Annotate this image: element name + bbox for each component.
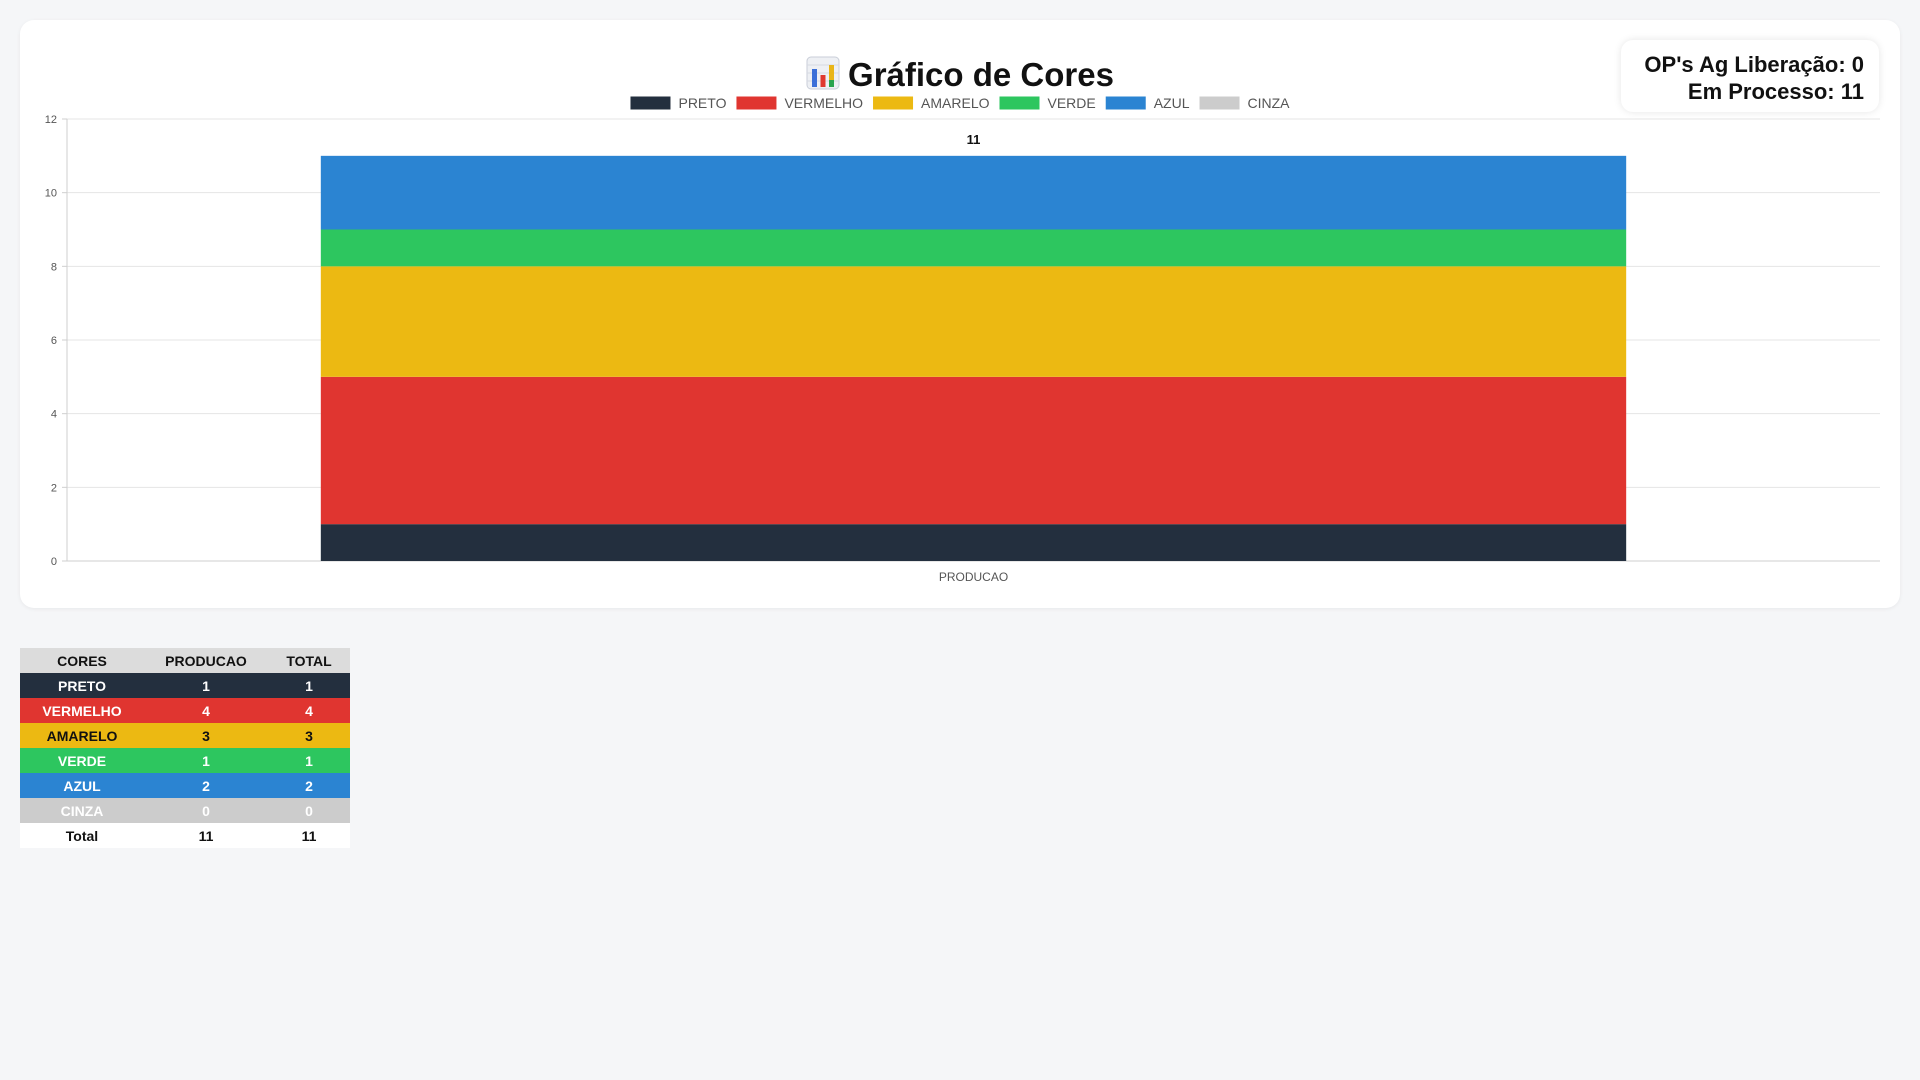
cell-producao: 4 xyxy=(202,702,210,719)
legend-label-preto: PRETO xyxy=(678,95,726,111)
legend-swatch-amarelo xyxy=(873,96,914,110)
table-row: PRETO 1 1 xyxy=(20,673,350,698)
bar-segment-azul xyxy=(320,155,1627,230)
table-total-row: Total 11 11 xyxy=(20,823,350,848)
page-title-text: Gráfico de Cores xyxy=(848,56,1114,93)
bar-segment-verde xyxy=(320,229,1627,267)
bar-segment-preto xyxy=(320,524,1627,561)
y-tick-label: 6 xyxy=(51,335,57,347)
y-tick-label: 10 xyxy=(45,188,57,200)
cell-total: 1 xyxy=(305,752,313,769)
cell-producao: 0 xyxy=(202,802,210,819)
status-em-processo: Em Processo: 11 xyxy=(1687,79,1864,104)
x-tick-label: PRODUCAO xyxy=(939,570,1008,584)
summary-table: CORES PRODUCAO TOTAL PRETO 1 1 VERMELHO … xyxy=(20,648,350,848)
legend-label-amarelo: AMARELO xyxy=(921,95,990,111)
cell-cor: VERMELHO xyxy=(42,702,122,719)
table-row: AZUL 2 2 xyxy=(20,773,350,798)
cell-cor: AMARELO xyxy=(46,727,118,744)
cell-cor: AZUL xyxy=(63,777,101,794)
bar-total-label: 11 xyxy=(967,132,981,147)
legend-swatch-verde xyxy=(999,96,1040,110)
cell-cor: CINZA xyxy=(60,802,104,819)
stacked-bar-chart: 0 2 4 6 8 10 12 11 PRODUCAO PRETO VERMELHO AMARELO V… xyxy=(45,95,1880,584)
y-tick-label: 12 xyxy=(45,114,57,126)
chart-card: 0 2 4 6 8 10 12 11 PRODUCAO PRETO VERMELHO AMARELO V… xyxy=(20,20,1900,608)
cell-total: 0 xyxy=(305,802,313,819)
status-box: OP's Ag Liberação: 0 Em Processo: 11 xyxy=(1621,40,1879,112)
cell-producao: 1 xyxy=(202,677,210,694)
legend-swatch-preto xyxy=(630,96,671,110)
header-cores: CORES xyxy=(20,648,144,673)
header-producao: PRODUCAO xyxy=(144,648,268,673)
table-row: AMARELO 3 3 xyxy=(20,723,350,748)
cell-total: 4 xyxy=(305,702,313,719)
header-total: TOTAL xyxy=(268,648,350,673)
cell-cor: PRETO xyxy=(58,677,106,694)
cell-total: 2 xyxy=(305,777,313,794)
y-tick-label: 4 xyxy=(51,409,57,421)
bar-segment-vermelho xyxy=(320,376,1627,525)
cell-producao: 3 xyxy=(202,727,210,744)
y-tick-label: 8 xyxy=(51,261,57,273)
cell-total: 3 xyxy=(305,727,313,744)
cell-cor: VERDE xyxy=(57,752,107,769)
cell-total-total: 11 xyxy=(268,823,350,848)
table-row: VERDE 1 1 xyxy=(20,748,350,773)
legend-label-verde: VERDE xyxy=(1047,95,1095,111)
legend-label-azul: AZUL xyxy=(1154,95,1190,111)
cell-total-label: Total xyxy=(20,823,144,848)
y-tick-label: 0 xyxy=(51,556,57,568)
legend-label-vermelho: VERMELHO xyxy=(784,95,863,111)
cell-producao: 1 xyxy=(202,752,210,769)
cell-total: 1 xyxy=(305,677,313,694)
legend-swatch-cinza xyxy=(1199,96,1240,110)
cell-producao: 2 xyxy=(202,777,210,794)
bar-segment-amarelo xyxy=(320,266,1627,377)
status-ag-liberacao: OP's Ag Liberação: 0 xyxy=(1644,52,1864,77)
table-row: VERMELHO 4 4 xyxy=(20,698,350,723)
bar-chart-emoji-icon xyxy=(806,56,840,90)
y-tick-label: 2 xyxy=(51,482,57,494)
legend-swatch-vermelho xyxy=(736,96,777,110)
table-header-row: CORES PRODUCAO TOTAL xyxy=(20,648,350,673)
table-row: CINZA 0 0 xyxy=(20,798,350,823)
legend-swatch-azul xyxy=(1105,96,1146,110)
page-title: Gráfico de Cores xyxy=(20,56,1900,94)
legend-label-cinza: CINZA xyxy=(1248,95,1291,111)
cell-total-producao: 11 xyxy=(144,823,268,848)
